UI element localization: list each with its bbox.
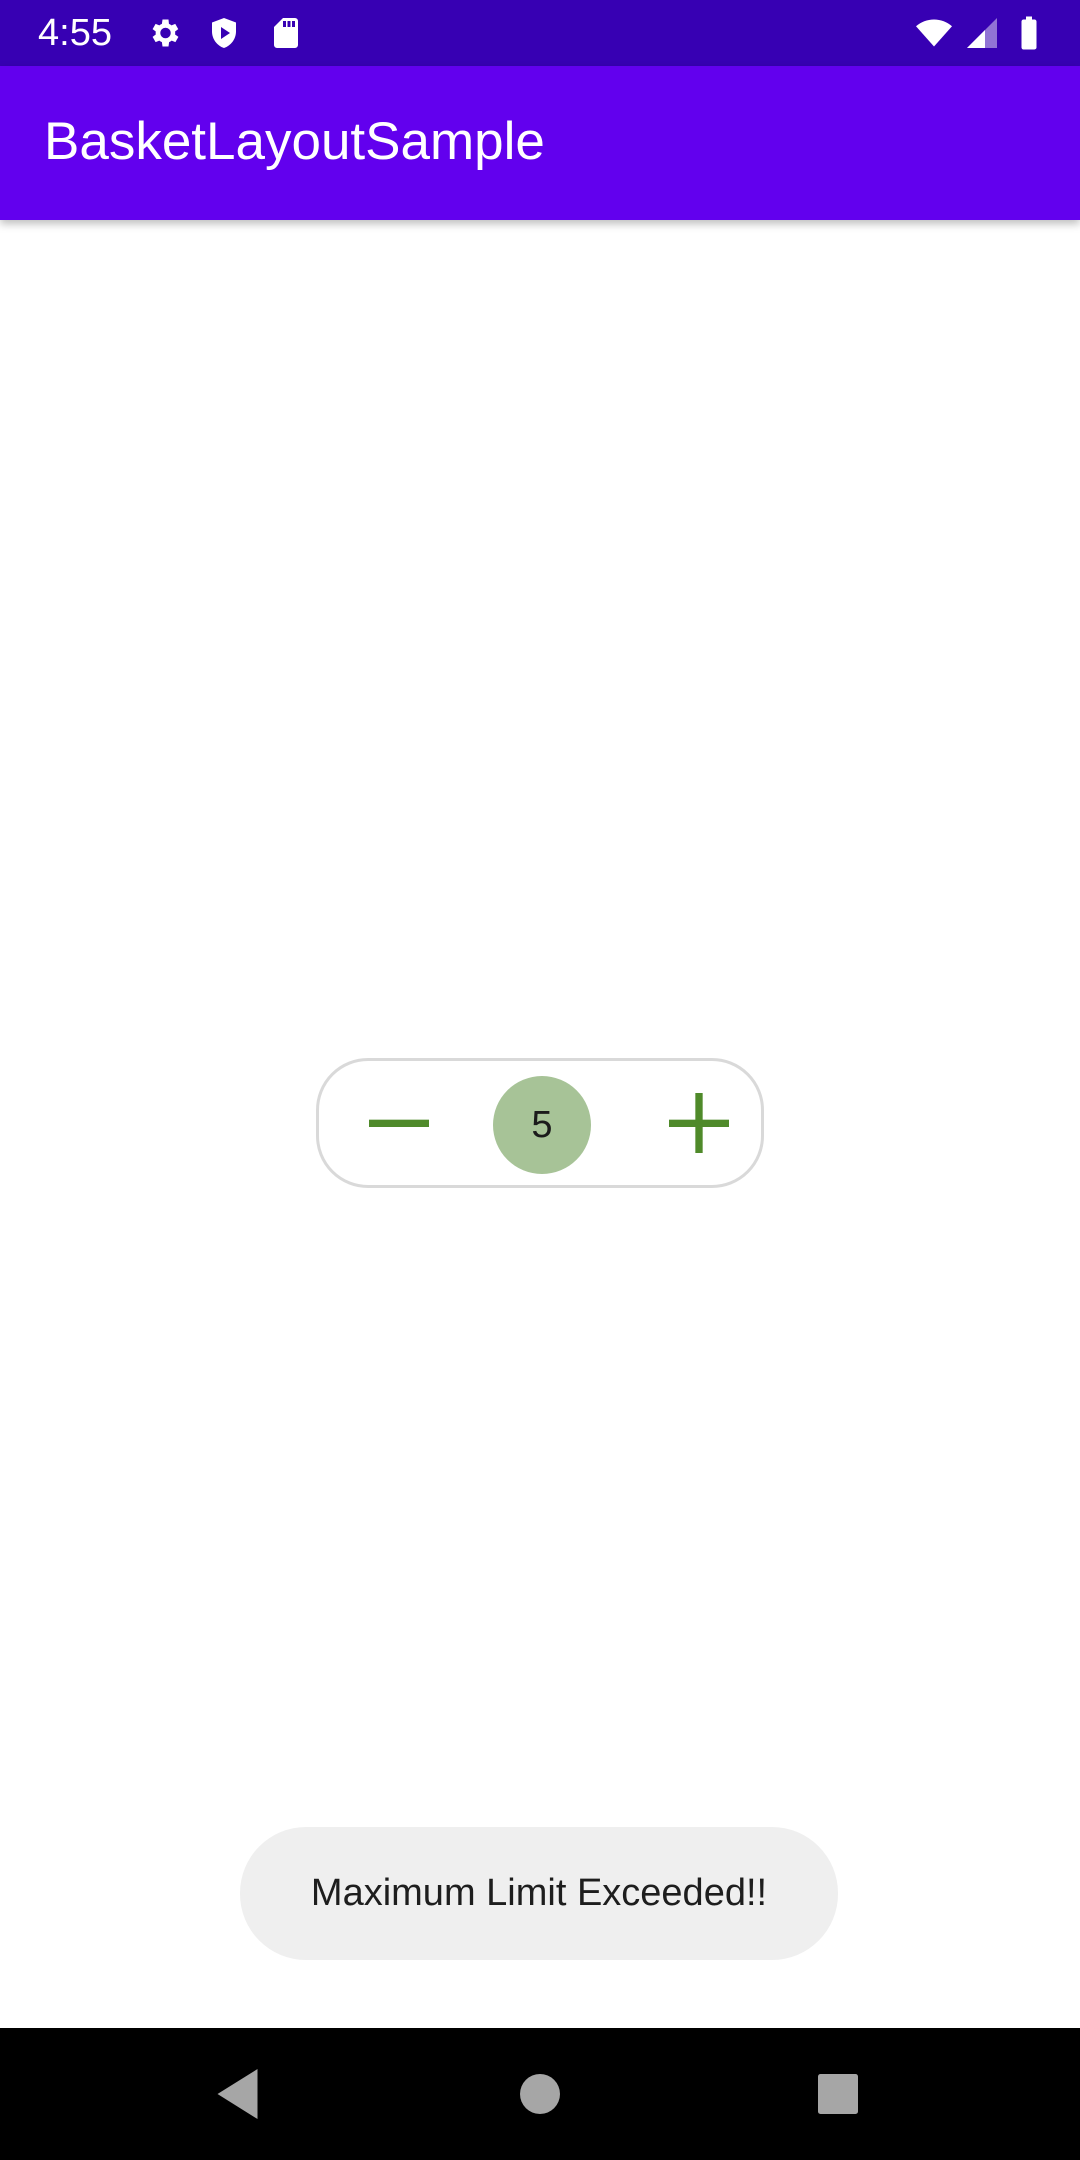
- quantity-value: 5: [493, 1076, 591, 1174]
- plus-icon: [669, 1093, 729, 1153]
- shield-icon: [206, 15, 242, 51]
- screen: 4:55 BasketLayoutSample 5 Maximum Limit …: [0, 0, 1080, 2160]
- recents-icon: [818, 2074, 858, 2114]
- settings-gear-icon: [146, 15, 182, 51]
- recents-button[interactable]: [808, 2064, 868, 2124]
- status-bar: 4:55: [0, 0, 1080, 66]
- back-button[interactable]: [210, 2064, 270, 2124]
- app-title: BasketLayoutSample: [44, 112, 545, 171]
- increment-button[interactable]: [659, 1083, 739, 1163]
- navigation-bar: [0, 2028, 1080, 2160]
- app-bar: BasketLayoutSample: [0, 66, 1080, 220]
- minus-icon: [369, 1119, 429, 1127]
- status-time: 4:55: [38, 12, 112, 54]
- cellular-signal-icon: [964, 15, 1000, 51]
- quantity-stepper: 5: [316, 1058, 764, 1188]
- sd-card-icon: [268, 15, 304, 51]
- toast-message: Maximum Limit Exceeded!!: [240, 1827, 838, 1960]
- home-button[interactable]: [510, 2064, 570, 2124]
- decrement-button[interactable]: [359, 1083, 439, 1163]
- battery-icon: [1010, 15, 1048, 51]
- back-icon: [217, 2069, 258, 2119]
- wifi-icon: [912, 15, 956, 51]
- home-icon: [520, 2074, 560, 2114]
